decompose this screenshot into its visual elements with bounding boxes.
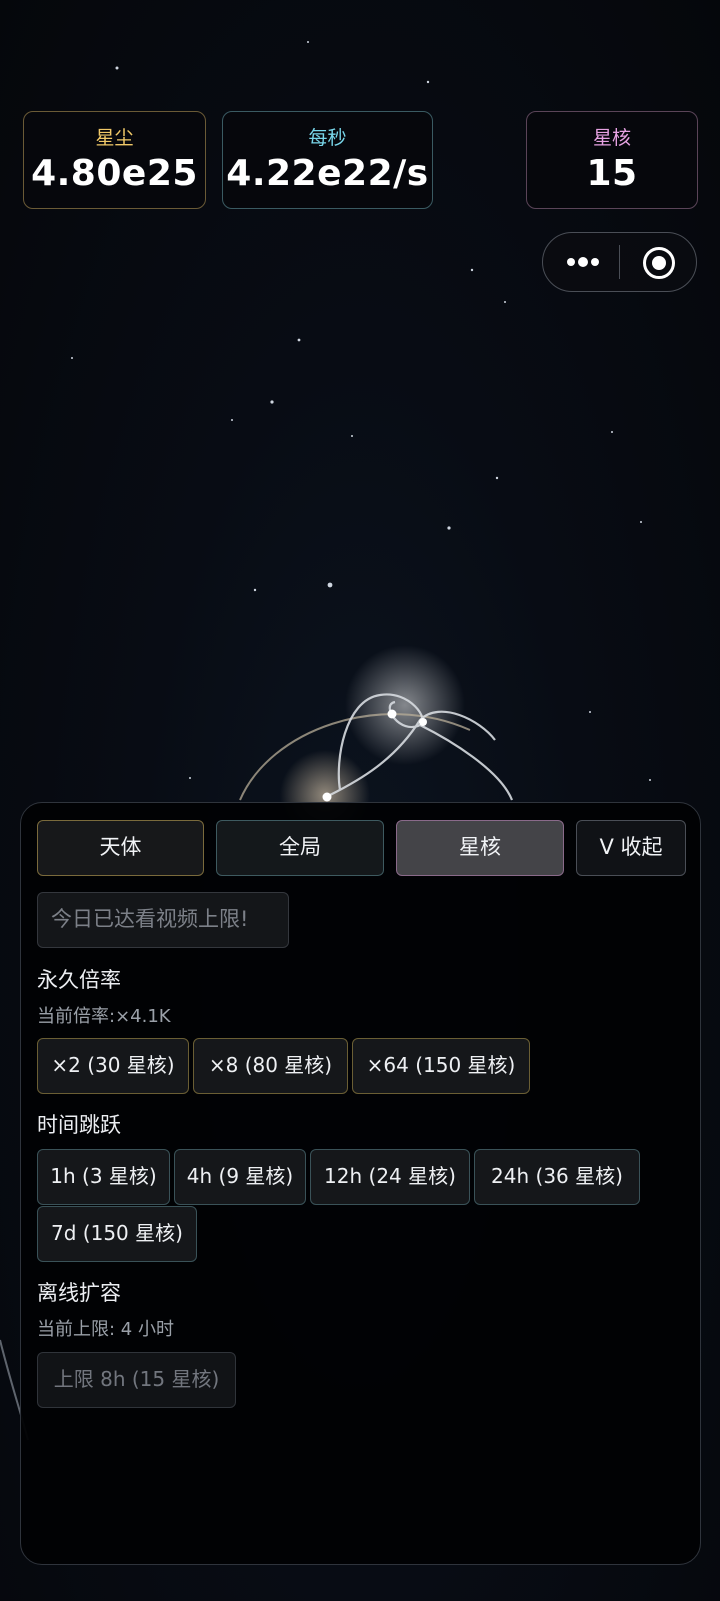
multiplier-x8-button[interactable]: ×8 (80 星核) (193, 1038, 348, 1094)
core-card: 星核 15 (526, 111, 698, 209)
time-jump-12h-button[interactable]: 12h (24 星核) (310, 1149, 470, 1205)
time-jump-7d-button[interactable]: 7d (150 星核) (37, 1206, 197, 1262)
stardust-value: 4.80e25 (31, 153, 198, 194)
core-label: 星核 (592, 127, 631, 149)
tab-star-core[interactable]: 星核 (396, 820, 564, 876)
core-value: 15 (586, 153, 638, 194)
offline-current: 当前上限: 4 小时 (37, 1319, 174, 1340)
collapse-button[interactable]: V 收起 (576, 820, 686, 876)
multiplier-current: 当前倍率:×4.1K (37, 1006, 171, 1027)
offline-upgrade-button[interactable]: 上限 8h (15 星核) (37, 1352, 236, 1408)
per-second-value: 4.22e22/s (226, 153, 429, 194)
video-limit-notice: 今日已达看视频上限! (37, 892, 289, 948)
per-second-card: 每秒 4.22e22/s (222, 111, 433, 209)
stardust-label: 星尘 (95, 127, 134, 149)
time-jump-1h-button[interactable]: 1h (3 星核) (37, 1149, 170, 1205)
capsule-menu (542, 232, 697, 292)
multiplier-x2-button[interactable]: ×2 (30 星核) (37, 1038, 189, 1094)
offline-title: 离线扩容 (37, 1281, 121, 1305)
multiplier-title: 永久倍率 (37, 968, 121, 992)
capsule-divider (619, 245, 620, 279)
time-jump-24h-button[interactable]: 24h (36 星核) (474, 1149, 640, 1205)
more-dots-icon[interactable] (563, 250, 603, 274)
tab-celestial-body[interactable]: 天体 (37, 820, 204, 876)
core-panel: 天体 全局 星核 V 收起 今日已达看视频上限! 永久倍率 当前倍率:×4.1K… (20, 802, 701, 1565)
tab-global[interactable]: 全局 (216, 820, 384, 876)
per-second-label: 每秒 (308, 127, 347, 149)
multiplier-x64-button[interactable]: ×64 (150 星核) (352, 1038, 530, 1094)
target-icon[interactable] (641, 245, 677, 281)
stardust-card: 星尘 4.80e25 (23, 111, 206, 209)
time-jump-title: 时间跳跃 (37, 1113, 121, 1137)
time-jump-4h-button[interactable]: 4h (9 星核) (174, 1149, 306, 1205)
